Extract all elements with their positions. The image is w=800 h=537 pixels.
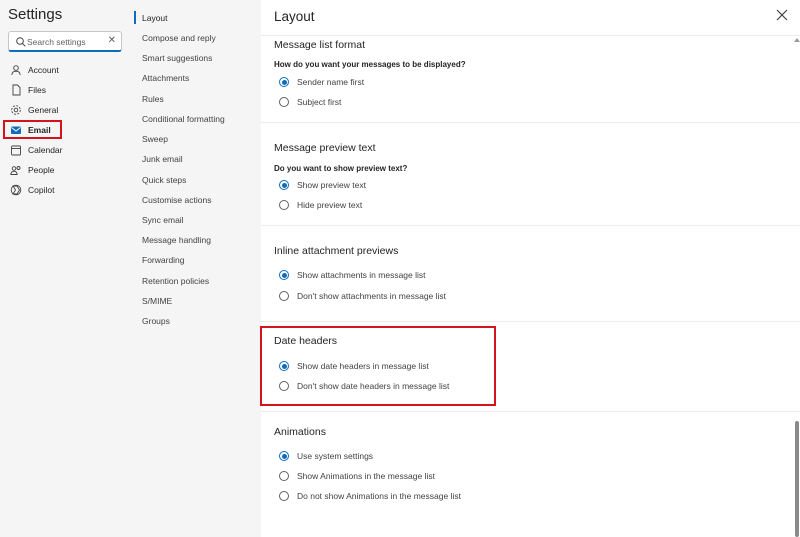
email-settings-list: Layout Compose and reply Smart suggestio…: [133, 0, 261, 537]
subnav-item-compose-and-reply[interactable]: Compose and reply: [142, 33, 216, 43]
subnav-item-rules[interactable]: Rules: [142, 94, 164, 104]
nav-item-label: Calendar: [28, 145, 63, 155]
radio-label: Subject first: [297, 97, 342, 107]
radio-label: Hide preview text: [297, 200, 363, 210]
nav-item-account[interactable]: Account: [8, 61, 126, 79]
nav-item-label: Files: [28, 85, 46, 95]
scroll-up-arrow-icon[interactable]: [794, 38, 800, 42]
search-input[interactable]: [27, 34, 107, 49]
subnav-item-retention-policies[interactable]: Retention policies: [142, 276, 209, 286]
active-item-indicator: [134, 11, 136, 24]
page-title: Layout: [274, 9, 315, 24]
nav-item-label: General: [28, 105, 59, 115]
search-icon: [16, 37, 26, 47]
section-title-message-preview-text: Message preview text: [274, 142, 376, 154]
subnav-item-customise-actions[interactable]: Customise actions: [142, 195, 211, 205]
radio-sender-name-first[interactable]: Sender name first: [279, 76, 364, 88]
radio-selected-icon: [279, 270, 289, 280]
file-icon: [12, 84, 21, 96]
radio-unselected-icon: [279, 200, 289, 210]
section-divider: [261, 411, 800, 412]
question-message-display: How do you want your messages to be disp…: [274, 60, 466, 69]
subnav-item-groups[interactable]: Groups: [142, 316, 170, 326]
radio-selected-icon: [279, 361, 289, 371]
nav-item-copilot[interactable]: Copilot: [8, 181, 126, 199]
nav-item-people[interactable]: People: [8, 161, 126, 179]
radio-unselected-icon: [279, 491, 289, 501]
radio-dont-show-attachments[interactable]: Don't show attachments in message list: [279, 290, 446, 302]
nav-item-calendar[interactable]: Calendar: [8, 141, 126, 159]
section-title-date-headers: Date headers: [274, 335, 338, 347]
close-icon[interactable]: [774, 7, 790, 23]
subnav-item-sync-email[interactable]: Sync email: [142, 215, 184, 225]
radio-selected-icon: [279, 180, 289, 190]
email-highlight-box: [3, 120, 62, 139]
radio-use-system-settings[interactable]: Use system settings: [279, 450, 373, 462]
clear-search-icon[interactable]: ✕: [108, 35, 116, 46]
radio-unselected-icon: [279, 471, 289, 481]
section-title-animations: Animations: [274, 426, 326, 438]
title-divider: [261, 35, 800, 36]
subnav-item-attachments[interactable]: Attachments: [142, 73, 189, 83]
radio-label: Show date headers in message list: [297, 361, 429, 371]
radio-label: Show attachments in message list: [297, 270, 426, 280]
section-title-inline-attachment-previews: Inline attachment previews: [274, 245, 399, 257]
radio-subject-first[interactable]: Subject first: [279, 96, 341, 108]
subnav-item-smart-suggestions[interactable]: Smart suggestions: [142, 53, 212, 63]
search-box[interactable]: ✕: [8, 31, 122, 52]
copilot-icon: [10, 184, 22, 196]
subnav-item-forwarding[interactable]: Forwarding: [142, 255, 185, 265]
people-icon: [10, 166, 21, 175]
subnav-item-smime[interactable]: S/MIME: [142, 296, 172, 306]
nav-item-label: People: [28, 165, 55, 175]
radio-label: Sender name first: [297, 77, 365, 87]
radio-label: Show preview text: [297, 180, 366, 190]
radio-selected-icon: [279, 77, 289, 87]
person-icon: [11, 65, 21, 76]
section-title-message-list-format: Message list format: [274, 39, 366, 51]
radio-label: Use system settings: [297, 451, 374, 461]
scrollbar-thumb[interactable]: [795, 421, 799, 537]
nav-item-files[interactable]: Files: [8, 81, 126, 99]
radio-do-not-show-animations[interactable]: Do not show Animations in the message li…: [279, 490, 461, 502]
section-divider: [261, 122, 800, 123]
radio-label: Don't show attachments in message list: [297, 291, 447, 301]
radio-dont-show-date-headers[interactable]: Don't show date headers in message list: [279, 380, 449, 392]
radio-show-attachments[interactable]: Show attachments in message list: [279, 269, 426, 281]
nav-item-label: Account: [28, 65, 59, 75]
subnav-item-sweep[interactable]: Sweep: [142, 134, 168, 144]
radio-selected-icon: [279, 451, 289, 461]
section-divider: [261, 225, 800, 226]
subnav-item-quick-steps[interactable]: Quick steps: [142, 175, 186, 185]
settings-title: Settings: [8, 6, 63, 23]
calendar-icon: [11, 145, 21, 156]
subnav-item-conditional-formatting[interactable]: Conditional formatting: [142, 114, 225, 124]
question-preview-text: Do you want to show preview text?: [274, 164, 408, 173]
radio-unselected-icon: [279, 97, 289, 107]
radio-unselected-icon: [279, 381, 289, 391]
radio-unselected-icon: [279, 291, 289, 301]
radio-show-date-headers[interactable]: Show date headers in message list: [279, 360, 429, 372]
subnav-item-layout[interactable]: Layout: [142, 13, 168, 23]
radio-hide-preview-text[interactable]: Hide preview text: [279, 199, 362, 211]
radio-label: Don't show date headers in message list: [297, 381, 450, 391]
section-divider: [261, 321, 800, 322]
radio-label: Do not show Animations in the message li…: [297, 491, 461, 501]
gear-icon: [11, 105, 21, 115]
subnav-item-junk-email[interactable]: Junk email: [142, 154, 183, 164]
nav-item-label: Copilot: [28, 185, 55, 195]
nav-item-general[interactable]: General: [8, 101, 126, 119]
layout-settings-panel: Layout Message list format How do you wa…: [260, 0, 800, 537]
subnav-item-message-handling[interactable]: Message handling: [142, 235, 211, 245]
radio-show-preview-text[interactable]: Show preview text: [279, 179, 366, 191]
radio-show-animations[interactable]: Show Animations in the message list: [279, 470, 435, 482]
radio-label: Show Animations in the message list: [297, 471, 435, 481]
settings-nav-pane: Settings ✕ Account Files General Email C…: [0, 0, 133, 537]
